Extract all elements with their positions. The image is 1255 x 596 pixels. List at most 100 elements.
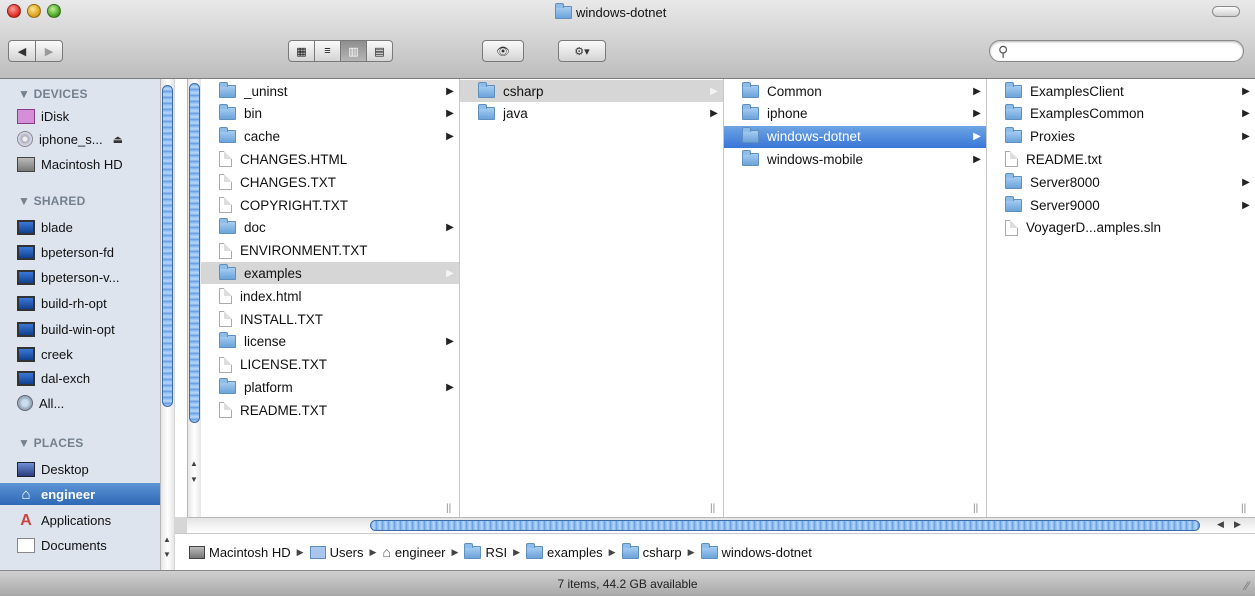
- sidebar-item-build-win-opt[interactable]: build-win-opt: [17, 318, 160, 340]
- sidebar-item-blade[interactable]: blade: [17, 216, 160, 238]
- scroll-right-arrow[interactable]: ▶: [1234, 519, 1241, 530]
- file-row[interactable]: ENVIRONMENT.TXT: [201, 240, 459, 262]
- folder-row[interactable]: Proxies ▶: [987, 126, 1255, 148]
- sidebar-item-iphone[interactable]: iphone_s... ⏏: [17, 128, 160, 150]
- folder-row[interactable]: _uninst ▶: [201, 80, 459, 102]
- folder-icon: [742, 127, 759, 144]
- sidebar-item-macintosh-hd[interactable]: Macintosh HD: [17, 153, 160, 175]
- folder-row[interactable]: ExamplesCommon ▶: [987, 103, 1255, 125]
- folder-row[interactable]: platform ▶: [201, 376, 459, 398]
- column-resize-grip[interactable]: ||: [446, 503, 451, 514]
- sidebar-item-dal-exch[interactable]: dal-exch: [17, 367, 160, 389]
- folder-icon: [1005, 172, 1022, 189]
- sidebar-item-bpeterson-v[interactable]: bpeterson-v...: [17, 266, 160, 288]
- sidebar-item-applications[interactable]: A Applications: [17, 509, 160, 531]
- home-icon: ⌂: [382, 544, 391, 560]
- path-item-csharp[interactable]: csharp: [621, 542, 682, 560]
- column-1-scroll-thumb[interactable]: [189, 83, 200, 423]
- disclosure-arrow-icon: ▶: [973, 85, 981, 97]
- path-item-engineer[interactable]: ⌂ engineer: [382, 544, 445, 560]
- file-row[interactable]: COPYRIGHT.TXT: [201, 194, 459, 216]
- back-button[interactable]: ◀: [8, 40, 36, 62]
- folder-row[interactable]: iphone ▶: [724, 103, 986, 125]
- file-row[interactable]: VoyagerD...amples.sln: [987, 217, 1255, 239]
- sidebar-header-shared[interactable]: ▼ SHARED: [18, 194, 85, 208]
- sidebar-header-devices[interactable]: ▼ DEVICES: [18, 87, 88, 101]
- folder-icon: [219, 263, 236, 280]
- file-row[interactable]: README.TXT: [201, 399, 459, 421]
- sidebar-item-label: iphone_s...: [39, 131, 103, 147]
- finder-window: windows-dotnet ◀ ▶ ▦ ≡ ▥ ▤ 👁 ⚙▾ ⚲ ▼ DEVI…: [0, 0, 1255, 596]
- path-item-users[interactable]: Users: [309, 545, 364, 560]
- scroll-up-arrow[interactable]: ▲: [190, 459, 198, 468]
- search-input[interactable]: [1014, 43, 1238, 61]
- column-1-scrollbar[interactable]: ▲ ▼: [187, 79, 201, 517]
- item-name: windows-mobile: [767, 151, 864, 167]
- file-row[interactable]: CHANGES.HTML: [201, 148, 459, 170]
- sidebar-item-bpeterson-fd[interactable]: bpeterson-fd: [17, 241, 160, 263]
- file-row[interactable]: LICENSE.TXT: [201, 354, 459, 376]
- scroll-down-arrow[interactable]: ▼: [190, 475, 198, 484]
- minimize-button[interactable]: [27, 4, 41, 18]
- path-item-macintosh-hd[interactable]: Macintosh HD: [189, 545, 291, 560]
- scroll-down-arrow[interactable]: ▼: [163, 550, 171, 559]
- folder-row[interactable]: Server9000 ▶: [987, 194, 1255, 216]
- folder-row[interactable]: bin ▶: [201, 103, 459, 125]
- resize-grip-icon[interactable]: ⁄⁄: [1245, 579, 1249, 593]
- quick-look-button[interactable]: 👁: [482, 40, 524, 62]
- folder-row[interactable]: cache ▶: [201, 126, 459, 148]
- sidebar-header-places[interactable]: ▼ PLACES: [18, 436, 84, 450]
- sidebar-item-build-rh-opt[interactable]: build-rh-opt: [17, 292, 160, 314]
- item-name: ENVIRONMENT.TXT: [240, 243, 368, 259]
- sidebar-item-desktop[interactable]: Desktop: [17, 458, 160, 480]
- horizontal-scroll-thumb[interactable]: [370, 520, 1200, 531]
- file-row[interactable]: CHANGES.TXT: [201, 171, 459, 193]
- scroll-left-arrow[interactable]: ◀: [1217, 519, 1224, 530]
- coverflow-view-button[interactable]: ▤: [366, 40, 393, 62]
- path-item-windows-dotnet[interactable]: windows-dotnet: [700, 542, 812, 560]
- file-row[interactable]: README.txt: [987, 148, 1255, 170]
- toolbar-toggle-button[interactable]: [1212, 6, 1240, 17]
- path-label: engineer: [394, 544, 446, 560]
- folder-row[interactable]: windows-mobile ▶: [724, 148, 986, 170]
- sidebar-item-all[interactable]: All...: [17, 392, 160, 414]
- scroll-up-arrow[interactable]: ▲: [163, 535, 171, 544]
- file-row[interactable]: INSTALL.TXT: [201, 308, 459, 330]
- sidebar-scrollbar[interactable]: [160, 79, 174, 570]
- column-resize-grip[interactable]: ||: [1241, 503, 1246, 514]
- item-name: csharp: [503, 83, 544, 99]
- forward-button[interactable]: ▶: [35, 40, 63, 62]
- sidebar: ▼ DEVICES iDisk iphone_s... ⏏ Macintosh H…: [0, 79, 160, 570]
- path-item-rsi[interactable]: RSI: [464, 542, 507, 560]
- path-scroll[interactable]: ▲ ▼: [160, 533, 174, 570]
- action-menu-button[interactable]: ⚙▾: [558, 40, 606, 62]
- sidebar-item-idisk[interactable]: iDisk: [17, 105, 160, 127]
- folder-row[interactable]: Server8000 ▶: [987, 171, 1255, 193]
- file-row[interactable]: index.html: [201, 285, 459, 307]
- sidebar-item-creek[interactable]: creek: [17, 343, 160, 365]
- icon-view-button[interactable]: ▦: [288, 40, 315, 62]
- folder-row[interactable]: examples ▶: [201, 262, 459, 285]
- list-view-button[interactable]: ≡: [314, 40, 341, 62]
- column-view-button[interactable]: ▥: [340, 40, 367, 62]
- file-icon: [219, 356, 232, 373]
- sidebar-item-engineer[interactable]: ⌂ engineer: [0, 483, 160, 505]
- search-field[interactable]: ⚲: [989, 40, 1244, 62]
- horizontal-scrollbar[interactable]: ◀ ▶: [187, 517, 1255, 533]
- column-resize-grip[interactable]: ||: [710, 503, 715, 514]
- zoom-button[interactable]: [47, 4, 61, 18]
- folder-row[interactable]: license ▶: [201, 331, 459, 353]
- folder-row[interactable]: ExamplesClient ▶: [987, 80, 1255, 102]
- sidebar-scroll-thumb[interactable]: [162, 85, 173, 407]
- folder-row[interactable]: java ▶: [460, 103, 723, 125]
- disclosure-arrow-icon: ▶: [1242, 176, 1250, 188]
- folder-row[interactable]: Common ▶: [724, 80, 986, 102]
- folder-row[interactable]: doc ▶: [201, 217, 459, 239]
- eject-icon[interactable]: ⏏: [113, 133, 123, 146]
- sidebar-item-documents[interactable]: Documents: [17, 534, 160, 556]
- folder-row[interactable]: windows-dotnet ▶: [724, 125, 986, 148]
- column-resize-grip[interactable]: ||: [973, 503, 978, 514]
- folder-row[interactable]: csharp ▶: [460, 80, 723, 102]
- path-item-examples[interactable]: examples: [526, 542, 603, 560]
- close-button[interactable]: [7, 4, 21, 18]
